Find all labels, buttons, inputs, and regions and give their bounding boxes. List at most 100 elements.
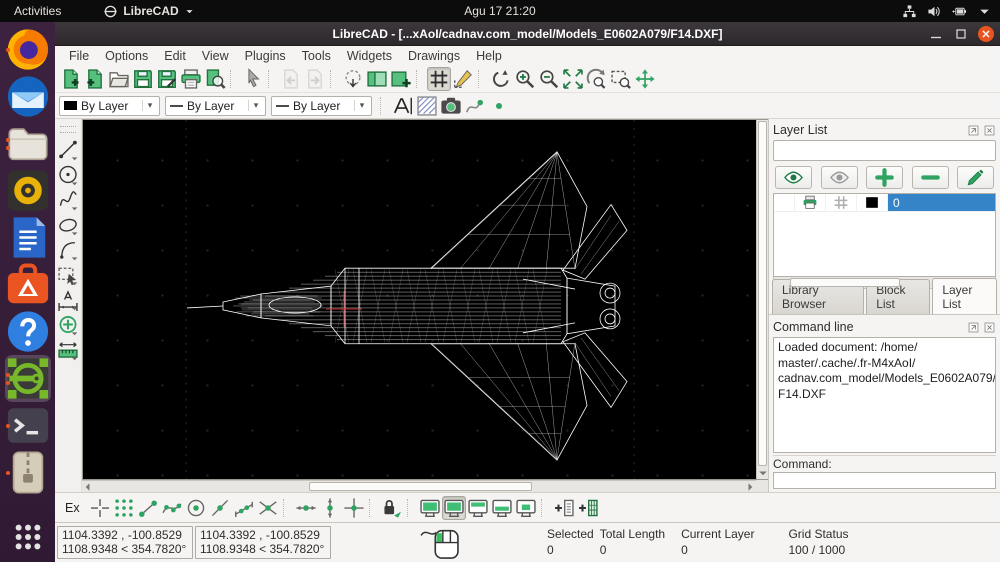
save-drawing-button[interactable] <box>131 67 155 91</box>
layer-row[interactable]: 0 <box>774 194 995 212</box>
draft-view-2-button[interactable] <box>442 496 466 520</box>
layer-print-toggle[interactable] <box>795 194 826 211</box>
close-panel-button[interactable] <box>983 124 996 137</box>
canvas-hscrollbar[interactable] <box>82 480 756 492</box>
lock-relative-zero-button[interactable] <box>380 496 404 520</box>
remove-layer-button[interactable] <box>912 166 949 189</box>
kill-all-selections-button[interactable] <box>341 67 365 91</box>
mtext-button[interactable] <box>391 94 415 118</box>
snap-center-button[interactable] <box>184 496 208 520</box>
dock-terminal[interactable] <box>5 402 51 449</box>
app-menu-button[interactable]: LibreCAD <box>103 4 194 19</box>
measure-tools-button[interactable] <box>56 337 80 362</box>
restrict-orthogonal-button[interactable] <box>342 496 366 520</box>
float-panel-button[interactable] <box>967 321 980 334</box>
zoom-pan-button[interactable] <box>633 67 657 91</box>
line-width-combo[interactable]: By Layer ▾ <box>165 96 266 116</box>
selection-pointer-button[interactable] <box>241 67 265 91</box>
activities-button[interactable]: Activities <box>0 0 75 22</box>
exclusive-snap-label[interactable]: Ex <box>65 501 80 515</box>
open-drawing-button[interactable] <box>107 67 131 91</box>
show-all-layers-button[interactable] <box>775 166 812 189</box>
menu-drawings[interactable]: Drawings <box>400 49 468 63</box>
dock-ubuntu-software[interactable] <box>5 261 51 308</box>
new-drawing-button[interactable] <box>59 67 83 91</box>
layer-color-swatch[interactable] <box>857 194 888 211</box>
draft-view-4-button[interactable] <box>490 496 514 520</box>
circle-tools-button[interactable] <box>56 162 80 187</box>
hatch-button[interactable] <box>415 94 439 118</box>
hscroll-thumb[interactable] <box>790 278 900 287</box>
point-button[interactable] <box>487 94 511 118</box>
new-window-button[interactable] <box>389 67 413 91</box>
close-panel-button[interactable] <box>983 321 996 334</box>
volume-indicator[interactable] <box>927 4 942 19</box>
palette-handle[interactable] <box>60 126 76 133</box>
hscroll-thumb[interactable] <box>309 482 532 491</box>
line-type-combo[interactable]: By Layer ▾ <box>271 96 372 116</box>
save-as-button[interactable] <box>155 67 179 91</box>
zoom-in-button[interactable] <box>513 67 537 91</box>
layer-list-hscrollbar[interactable] <box>773 277 996 289</box>
vscroll-thumb[interactable] <box>758 121 767 466</box>
command-input[interactable] <box>773 472 996 489</box>
restore-button[interactable] <box>953 26 969 42</box>
battery-indicator[interactable] <box>952 4 967 19</box>
dock-files[interactable] <box>5 120 51 167</box>
divide-tools-button[interactable] <box>56 312 80 337</box>
draft-view-5-button[interactable] <box>514 496 538 520</box>
add-selection-to-list-button[interactable] <box>576 496 600 520</box>
redraw-button[interactable] <box>489 67 513 91</box>
draft-view-3-button[interactable] <box>466 496 490 520</box>
hide-all-layers-button[interactable] <box>821 166 858 189</box>
tray-caret[interactable] <box>977 4 992 19</box>
dock-help[interactable] <box>5 308 51 355</box>
title-bar[interactable]: LibreCAD - [...xAoI/cadnav.com_model/Mod… <box>55 22 1000 46</box>
line-tools-button[interactable] <box>56 137 80 162</box>
dimension-tools-button[interactable] <box>56 287 80 312</box>
snap-endpoints-button[interactable] <box>136 496 160 520</box>
snap-on-entity-button[interactable] <box>160 496 184 520</box>
insert-image-button[interactable] <box>439 94 463 118</box>
dock-thunderbird[interactable] <box>5 73 51 120</box>
snap-intersection-button[interactable] <box>256 496 280 520</box>
canvas-vscrollbar[interactable] <box>756 120 768 479</box>
print-button[interactable] <box>179 67 203 91</box>
add-layer-button[interactable] <box>866 166 903 189</box>
color-combo[interactable]: By Layer ▾ <box>59 96 160 116</box>
redo-button[interactable] <box>303 67 327 91</box>
menu-widgets[interactable]: Widgets <box>339 49 400 63</box>
snap-free-button[interactable] <box>88 496 112 520</box>
dock-firefox[interactable] <box>5 26 51 73</box>
add-entities-to-list-button[interactable] <box>552 496 576 520</box>
minimize-button[interactable] <box>928 26 944 42</box>
restrict-horizontal-button[interactable] <box>294 496 318 520</box>
previous-view-button[interactable] <box>585 67 609 91</box>
print-preview-button[interactable] <box>203 67 227 91</box>
float-panel-button[interactable] <box>967 124 980 137</box>
spline-tools-button[interactable] <box>56 187 80 212</box>
layer-filter-input[interactable] <box>773 140 996 161</box>
menu-file[interactable]: File <box>61 49 97 63</box>
undo-button[interactable] <box>279 67 303 91</box>
menu-options[interactable]: Options <box>97 49 156 63</box>
dock-libreoffice-writer[interactable] <box>5 214 51 261</box>
restrict-vertical-button[interactable] <box>318 496 342 520</box>
close-button[interactable] <box>978 26 994 42</box>
network-indicator[interactable] <box>902 4 917 19</box>
drawing-canvas[interactable] <box>83 120 756 479</box>
menu-edit[interactable]: Edit <box>156 49 194 63</box>
show-applications-button[interactable] <box>5 513 51 560</box>
new-from-template-button[interactable] <box>83 67 107 91</box>
clock[interactable]: Agu 17 21:20 <box>464 4 535 18</box>
layer-select-cell[interactable] <box>774 194 795 211</box>
grid-toggle-button[interactable] <box>427 67 451 91</box>
select-tools-button[interactable] <box>56 262 80 287</box>
arc-tools-button[interactable] <box>56 237 80 262</box>
dock-rhythmbox[interactable] <box>5 167 51 214</box>
auto-zoom-button[interactable] <box>561 67 585 91</box>
dock-archive-manager[interactable] <box>5 449 51 496</box>
isometric-grid-button[interactable] <box>451 67 475 91</box>
menu-view[interactable]: View <box>194 49 237 63</box>
menu-tools[interactable]: Tools <box>294 49 339 63</box>
